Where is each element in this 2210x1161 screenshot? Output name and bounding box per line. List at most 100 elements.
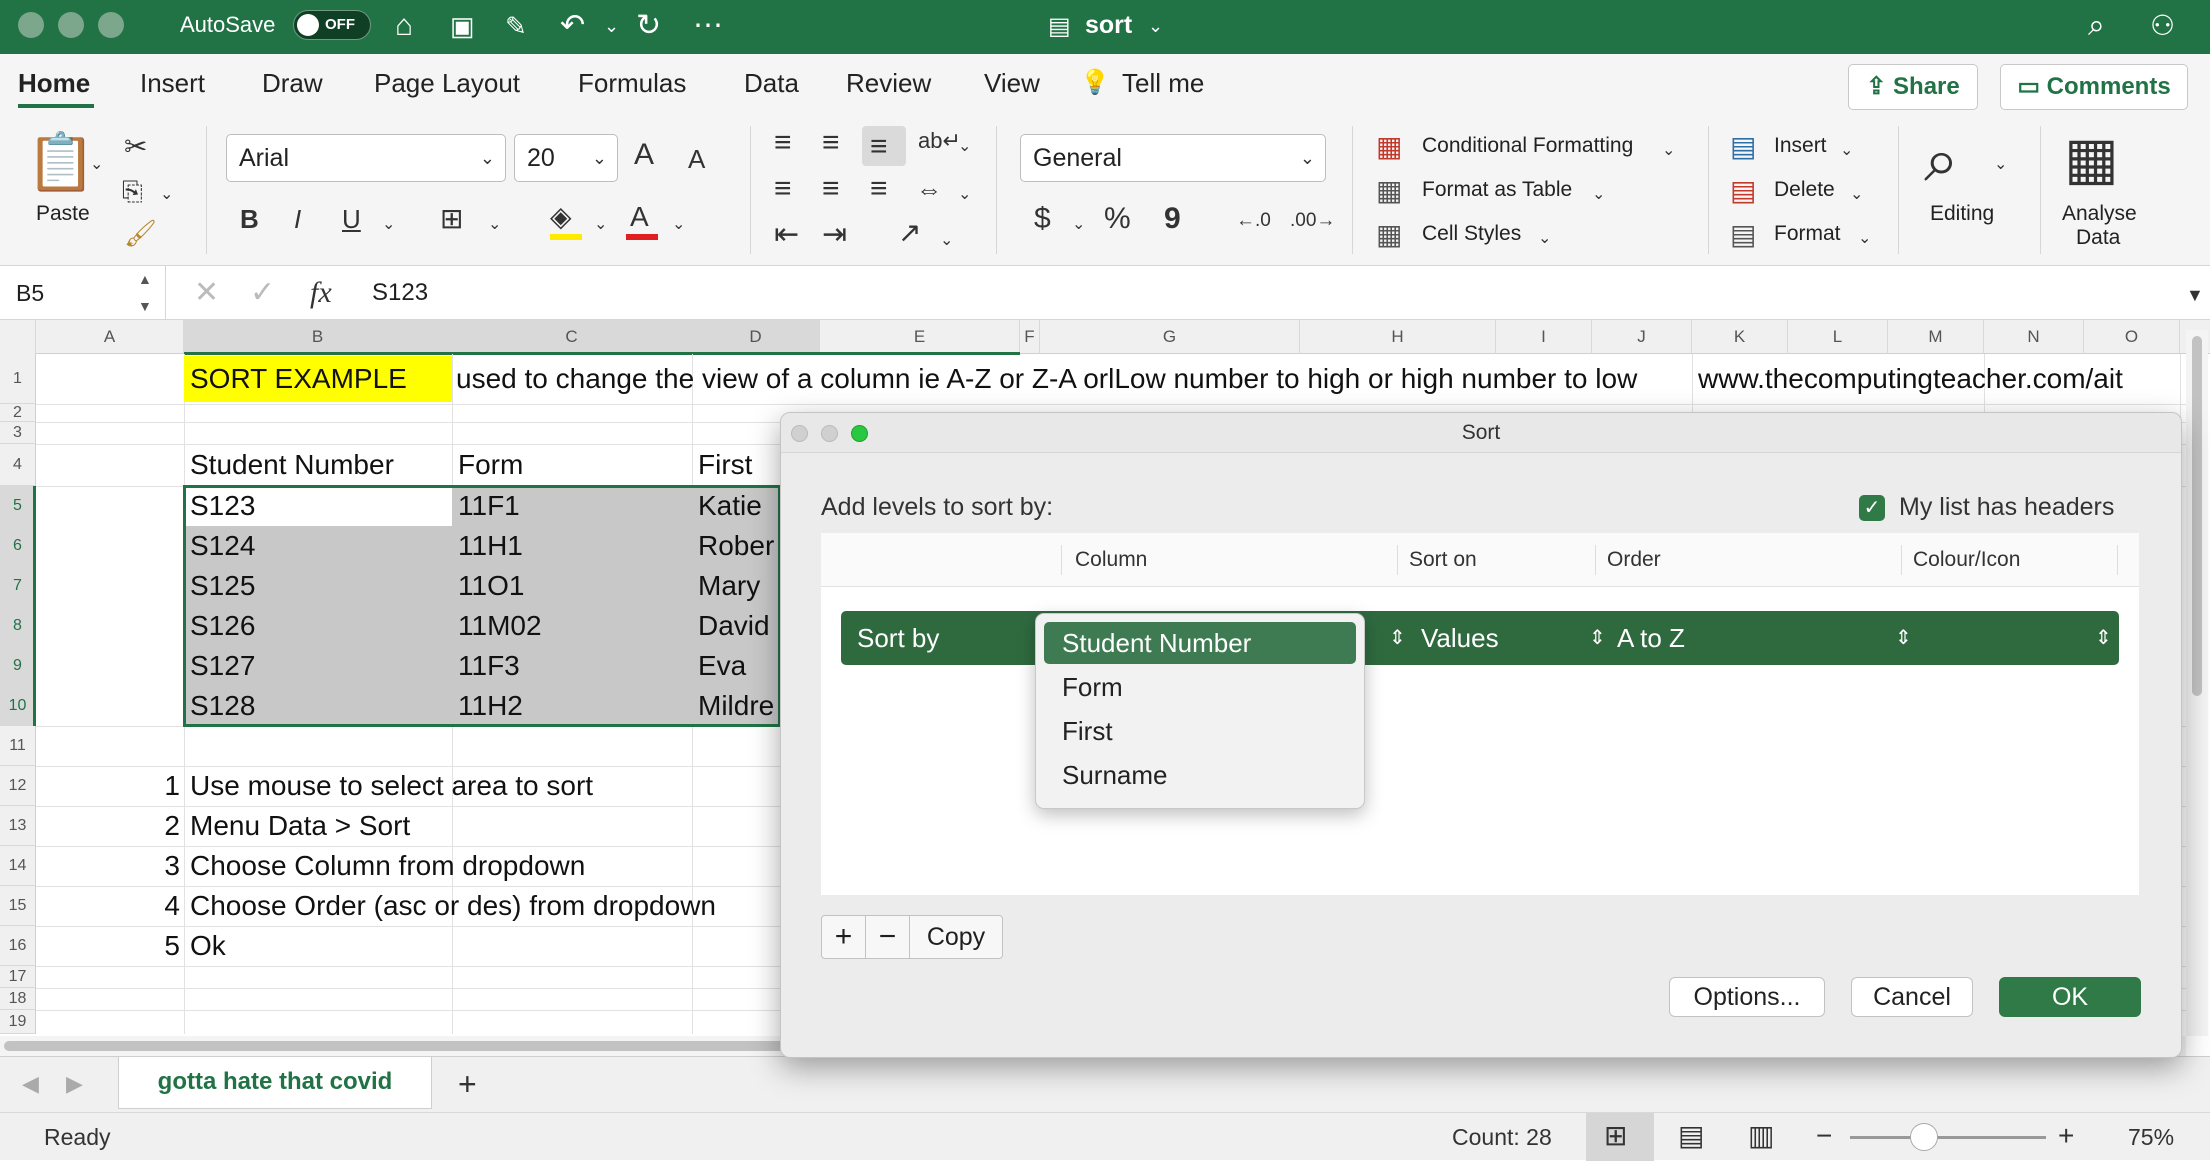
- insert-function-button[interactable]: fx: [310, 276, 332, 310]
- cell-student-number[interactable]: S127: [190, 647, 452, 685]
- orientation-icon[interactable]: ↗: [898, 216, 921, 250]
- options-button[interactable]: Options...: [1669, 977, 1825, 1017]
- chevron-down-icon[interactable]: ⌄: [1850, 178, 1863, 212]
- insert-cells-button[interactable]: Insert: [1774, 132, 1827, 160]
- row-header[interactable]: 15: [0, 886, 36, 926]
- increase-decimal-icon[interactable]: ←.0: [1236, 204, 1271, 238]
- row-header[interactable]: 14: [0, 846, 36, 886]
- row-header[interactable]: 10: [0, 686, 36, 726]
- align-middle-icon[interactable]: ≡: [822, 126, 840, 160]
- cancel-edit-icon[interactable]: ✕: [194, 276, 219, 310]
- step-text[interactable]: Ok: [190, 927, 780, 965]
- italic-button[interactable]: I: [294, 202, 301, 236]
- decrease-decimal-icon[interactable]: .00→: [1290, 204, 1335, 238]
- normal-view-button[interactable]: ⊞: [1586, 1113, 1654, 1161]
- autosave-toggle[interactable]: OFF: [293, 10, 371, 40]
- cell-form[interactable]: 11H2: [458, 687, 692, 725]
- cell-c1[interactable]: used to change the view of a column ie A…: [456, 356, 1686, 402]
- cell-form[interactable]: 11M02: [458, 607, 692, 645]
- page-layout-view-icon[interactable]: ▤: [1678, 1119, 1704, 1153]
- cell-first[interactable]: David: [698, 607, 780, 645]
- align-bottom-button[interactable]: ≡: [862, 126, 906, 166]
- number-format-select[interactable]: General ⌄: [1020, 134, 1326, 182]
- page-break-view-icon[interactable]: ▥: [1748, 1119, 1774, 1153]
- cell-k1[interactable]: www.thecomputingteacher.com/ait: [1694, 356, 2164, 402]
- cell-form[interactable]: 11H1: [458, 527, 692, 565]
- column-header[interactable]: K: [1692, 320, 1788, 354]
- undo-icon[interactable]: ↶: [560, 6, 585, 46]
- copy-icon[interactable]: ⎘: [122, 174, 143, 208]
- chevron-down-icon[interactable]: ⌄: [1662, 134, 1675, 168]
- currency-button[interactable]: $: [1034, 202, 1051, 236]
- decrease-indent-icon[interactable]: ⇤: [774, 218, 799, 252]
- cell-first[interactable]: Rober: [698, 527, 780, 565]
- headers-checkbox[interactable]: ✓: [1859, 495, 1885, 521]
- search-magnifier-icon[interactable]: ⌕: [1924, 128, 1959, 194]
- column-header[interactable]: F: [1020, 320, 1040, 354]
- font-color-dropdown-icon[interactable]: ⌄: [672, 208, 685, 242]
- header-form[interactable]: Form: [458, 446, 692, 484]
- cancel-button[interactable]: Cancel: [1851, 977, 1973, 1017]
- copy-dropdown-icon[interactable]: ⌄: [160, 178, 173, 212]
- row-header[interactable]: 6: [0, 526, 36, 566]
- step-number[interactable]: 3: [140, 847, 180, 885]
- row-header[interactable]: 8: [0, 606, 36, 646]
- cell-student-number[interactable]: S123: [190, 487, 452, 525]
- row-header[interactable]: 5: [0, 486, 36, 526]
- analyse-data-icon[interactable]: ▦: [2064, 128, 2119, 190]
- column-select-arrows-icon[interactable]: ⇕: [1389, 611, 1406, 665]
- column-header[interactable]: N: [1984, 320, 2084, 354]
- wrap-text-icon[interactable]: ab↵: [918, 124, 961, 158]
- sort-on-select[interactable]: Values: [1421, 611, 1499, 665]
- cell-form[interactable]: 11F1: [458, 487, 692, 525]
- column-header[interactable]: G: [1040, 320, 1300, 354]
- orientation-dropdown-icon[interactable]: ⌄: [940, 224, 953, 258]
- column-header[interactable]: J: [1592, 320, 1692, 354]
- add-sheet-icon[interactable]: +: [458, 1067, 477, 1101]
- cell-student-number[interactable]: S125: [190, 567, 452, 605]
- cell-first[interactable]: Mary: [698, 567, 780, 605]
- column-header[interactable]: L: [1788, 320, 1888, 354]
- zoom-in-icon[interactable]: +: [2058, 1119, 2074, 1153]
- cell-student-number[interactable]: S124: [190, 527, 452, 565]
- scroll-tabs-right-icon[interactable]: ▶: [66, 1067, 83, 1101]
- dropdown-option[interactable]: Student Number: [1044, 622, 1356, 664]
- merge-dropdown-icon[interactable]: ⌄: [958, 178, 971, 212]
- step-number[interactable]: 2: [140, 807, 180, 845]
- row-header[interactable]: 18: [0, 988, 36, 1010]
- row-header[interactable]: 13: [0, 806, 36, 846]
- row-header[interactable]: 1: [0, 354, 36, 404]
- colour-select-arrows-icon[interactable]: ⇕: [2095, 611, 2112, 665]
- paste-icon[interactable]: 📋: [26, 132, 96, 192]
- step-number[interactable]: 5: [140, 927, 180, 965]
- paste-dropdown-icon[interactable]: ⌄: [90, 148, 103, 182]
- format-cells-icon[interactable]: ▤: [1730, 218, 1756, 252]
- account-icon[interactable]: ⚇: [2150, 6, 2175, 46]
- decrease-font-size-button[interactable]: A: [688, 142, 705, 176]
- tab-formulas[interactable]: Formulas: [578, 66, 686, 100]
- delete-cells-button[interactable]: Delete: [1774, 176, 1835, 204]
- scrollbar-thumb[interactable]: [2192, 336, 2202, 696]
- step-text[interactable]: Choose Order (asc or des) from dropdown: [190, 887, 780, 925]
- column-header[interactable]: C: [452, 320, 692, 354]
- header-student-number[interactable]: Student Number: [190, 446, 452, 484]
- column-header[interactable]: H: [1300, 320, 1496, 354]
- underline-button[interactable]: U: [342, 202, 361, 236]
- align-left-icon[interactable]: ≡: [774, 172, 792, 206]
- row-header[interactable]: 19: [0, 1010, 36, 1034]
- formula-input[interactable]: S123: [372, 266, 428, 320]
- expand-formula-bar-icon[interactable]: ▼: [2186, 278, 2204, 312]
- paste-label[interactable]: Paste: [36, 200, 90, 228]
- search-icon[interactable]: ⌕: [2088, 6, 2105, 46]
- row-header[interactable]: 17: [0, 966, 36, 988]
- conditional-formatting-icon[interactable]: ▦: [1376, 130, 1402, 164]
- minimize-window-button[interactable]: [58, 12, 84, 38]
- scrollbar-thumb[interactable]: [4, 1041, 784, 1051]
- percent-button[interactable]: %: [1104, 202, 1131, 236]
- conditional-formatting-button[interactable]: Conditional Formatting: [1422, 132, 1633, 160]
- cut-icon[interactable]: ✂: [124, 130, 147, 164]
- column-header[interactable]: B: [184, 320, 452, 354]
- undo-dropdown-icon[interactable]: ⌄: [604, 6, 619, 46]
- format-as-table-icon[interactable]: ▦: [1376, 174, 1402, 208]
- copy-level-button[interactable]: Copy: [910, 916, 1002, 958]
